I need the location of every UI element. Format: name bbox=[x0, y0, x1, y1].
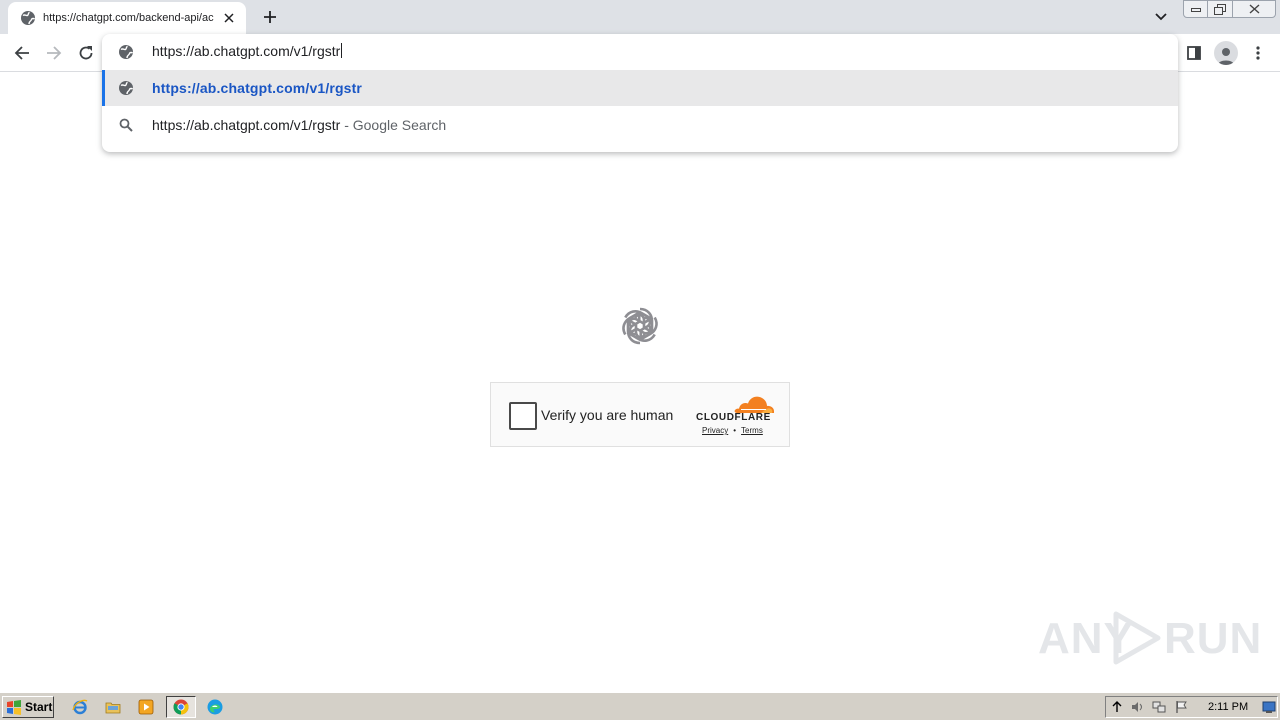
edge-icon bbox=[207, 699, 223, 715]
ie-launch-button[interactable] bbox=[70, 698, 90, 716]
internet-explorer-icon bbox=[72, 699, 88, 715]
restore-icon bbox=[1214, 3, 1226, 15]
volume-icon[interactable] bbox=[1130, 700, 1144, 714]
tab-search-button[interactable] bbox=[1150, 6, 1172, 28]
close-icon bbox=[224, 13, 234, 23]
text-caret bbox=[341, 43, 343, 58]
chrome-icon bbox=[173, 699, 189, 715]
globe-icon bbox=[21, 11, 36, 25]
new-tab-button[interactable] bbox=[258, 6, 282, 28]
link-separator: • bbox=[733, 426, 737, 435]
folder-icon bbox=[105, 702, 121, 714]
reload-icon bbox=[79, 46, 93, 60]
cloudflare-challenge-widget: Verify you are human CLOUDFLARE Privacy •… bbox=[490, 382, 790, 447]
taskbar: Start 2:11 PM bbox=[0, 692, 1280, 720]
globe-icon bbox=[119, 81, 134, 95]
edge-launch-button[interactable] bbox=[205, 698, 225, 716]
more-vert-icon bbox=[1256, 46, 1260, 60]
start-label: Start bbox=[25, 700, 53, 714]
chevron-up-icon[interactable] bbox=[1110, 700, 1124, 714]
cloudflare-links: Privacy • Terms bbox=[702, 426, 763, 435]
suggestion-suffix: - Google Search bbox=[340, 117, 447, 133]
openai-logo-icon bbox=[617, 305, 663, 347]
verify-label: Verify you are human bbox=[541, 407, 674, 423]
omnibox-suggestion-url[interactable]: https://ab.chatgpt.com/v1/rgstr bbox=[102, 70, 1178, 106]
minimize-button[interactable] bbox=[1183, 0, 1208, 18]
profile-avatar[interactable] bbox=[1214, 41, 1238, 65]
reload-button[interactable] bbox=[73, 40, 99, 66]
flag-icon[interactable] bbox=[1174, 700, 1188, 714]
back-button[interactable] bbox=[9, 40, 35, 66]
taskbar-clock[interactable]: 2:11 PM bbox=[1208, 701, 1248, 713]
watermark-text-right: RUN bbox=[1164, 614, 1263, 663]
omnibox-dropdown: https://ab.chatgpt.com/v1/rgstr https://… bbox=[102, 34, 1178, 152]
search-icon bbox=[119, 118, 133, 132]
start-button[interactable]: Start bbox=[2, 696, 54, 718]
side-panel-button[interactable] bbox=[1181, 40, 1207, 66]
network-icon[interactable] bbox=[1152, 700, 1166, 714]
forward-button[interactable] bbox=[41, 40, 67, 66]
windows-logo-icon bbox=[7, 699, 21, 715]
person-icon bbox=[1218, 48, 1234, 65]
media-player-icon bbox=[138, 699, 154, 715]
globe-icon bbox=[119, 45, 134, 59]
play-icon bbox=[1113, 611, 1161, 665]
verify-checkbox[interactable] bbox=[509, 402, 537, 430]
tab-title: https://chatgpt.com/backend-api/ac bbox=[43, 12, 214, 24]
tab-strip: https://chatgpt.com/backend-api/ac bbox=[0, 0, 1280, 34]
suggestion-text: https://ab.chatgpt.com/v1/rgstr - Google… bbox=[152, 117, 447, 133]
arrow-left-icon bbox=[14, 46, 29, 60]
media-player-launch-button[interactable] bbox=[136, 698, 156, 716]
chrome-taskbar-button[interactable] bbox=[166, 696, 196, 718]
tab-close-button[interactable] bbox=[220, 9, 238, 27]
suggestion-text: https://ab.chatgpt.com/v1/rgstr bbox=[152, 80, 363, 96]
restore-button[interactable] bbox=[1207, 0, 1233, 18]
minimize-icon bbox=[1190, 8, 1201, 12]
show-desktop-icon[interactable] bbox=[1262, 700, 1276, 714]
side-panel-icon bbox=[1187, 46, 1201, 60]
window-close-button[interactable] bbox=[1232, 0, 1276, 18]
omnibox-input[interactable]: https://ab.chatgpt.com/v1/rgstr bbox=[152, 43, 343, 59]
privacy-link[interactable]: Privacy bbox=[702, 426, 728, 435]
anyrun-watermark: ANY RUN bbox=[1038, 606, 1261, 670]
close-icon bbox=[1249, 4, 1259, 14]
explorer-launch-button[interactable] bbox=[103, 698, 123, 716]
plus-icon bbox=[264, 11, 276, 23]
chevron-down-icon bbox=[1155, 13, 1167, 21]
browser-tab[interactable]: https://chatgpt.com/backend-api/ac bbox=[8, 2, 246, 34]
terms-link[interactable]: Terms bbox=[741, 426, 763, 435]
arrow-right-icon bbox=[47, 46, 62, 60]
menu-button[interactable] bbox=[1245, 40, 1271, 66]
cloudflare-wordmark: CLOUDFLARE bbox=[696, 412, 771, 423]
omnibox[interactable]: https://ab.chatgpt.com/v1/rgstr bbox=[102, 34, 1178, 70]
system-tray: 2:11 PM bbox=[1105, 696, 1278, 718]
omnibox-suggestion-search[interactable]: https://ab.chatgpt.com/v1/rgstr - Google… bbox=[102, 107, 1178, 143]
